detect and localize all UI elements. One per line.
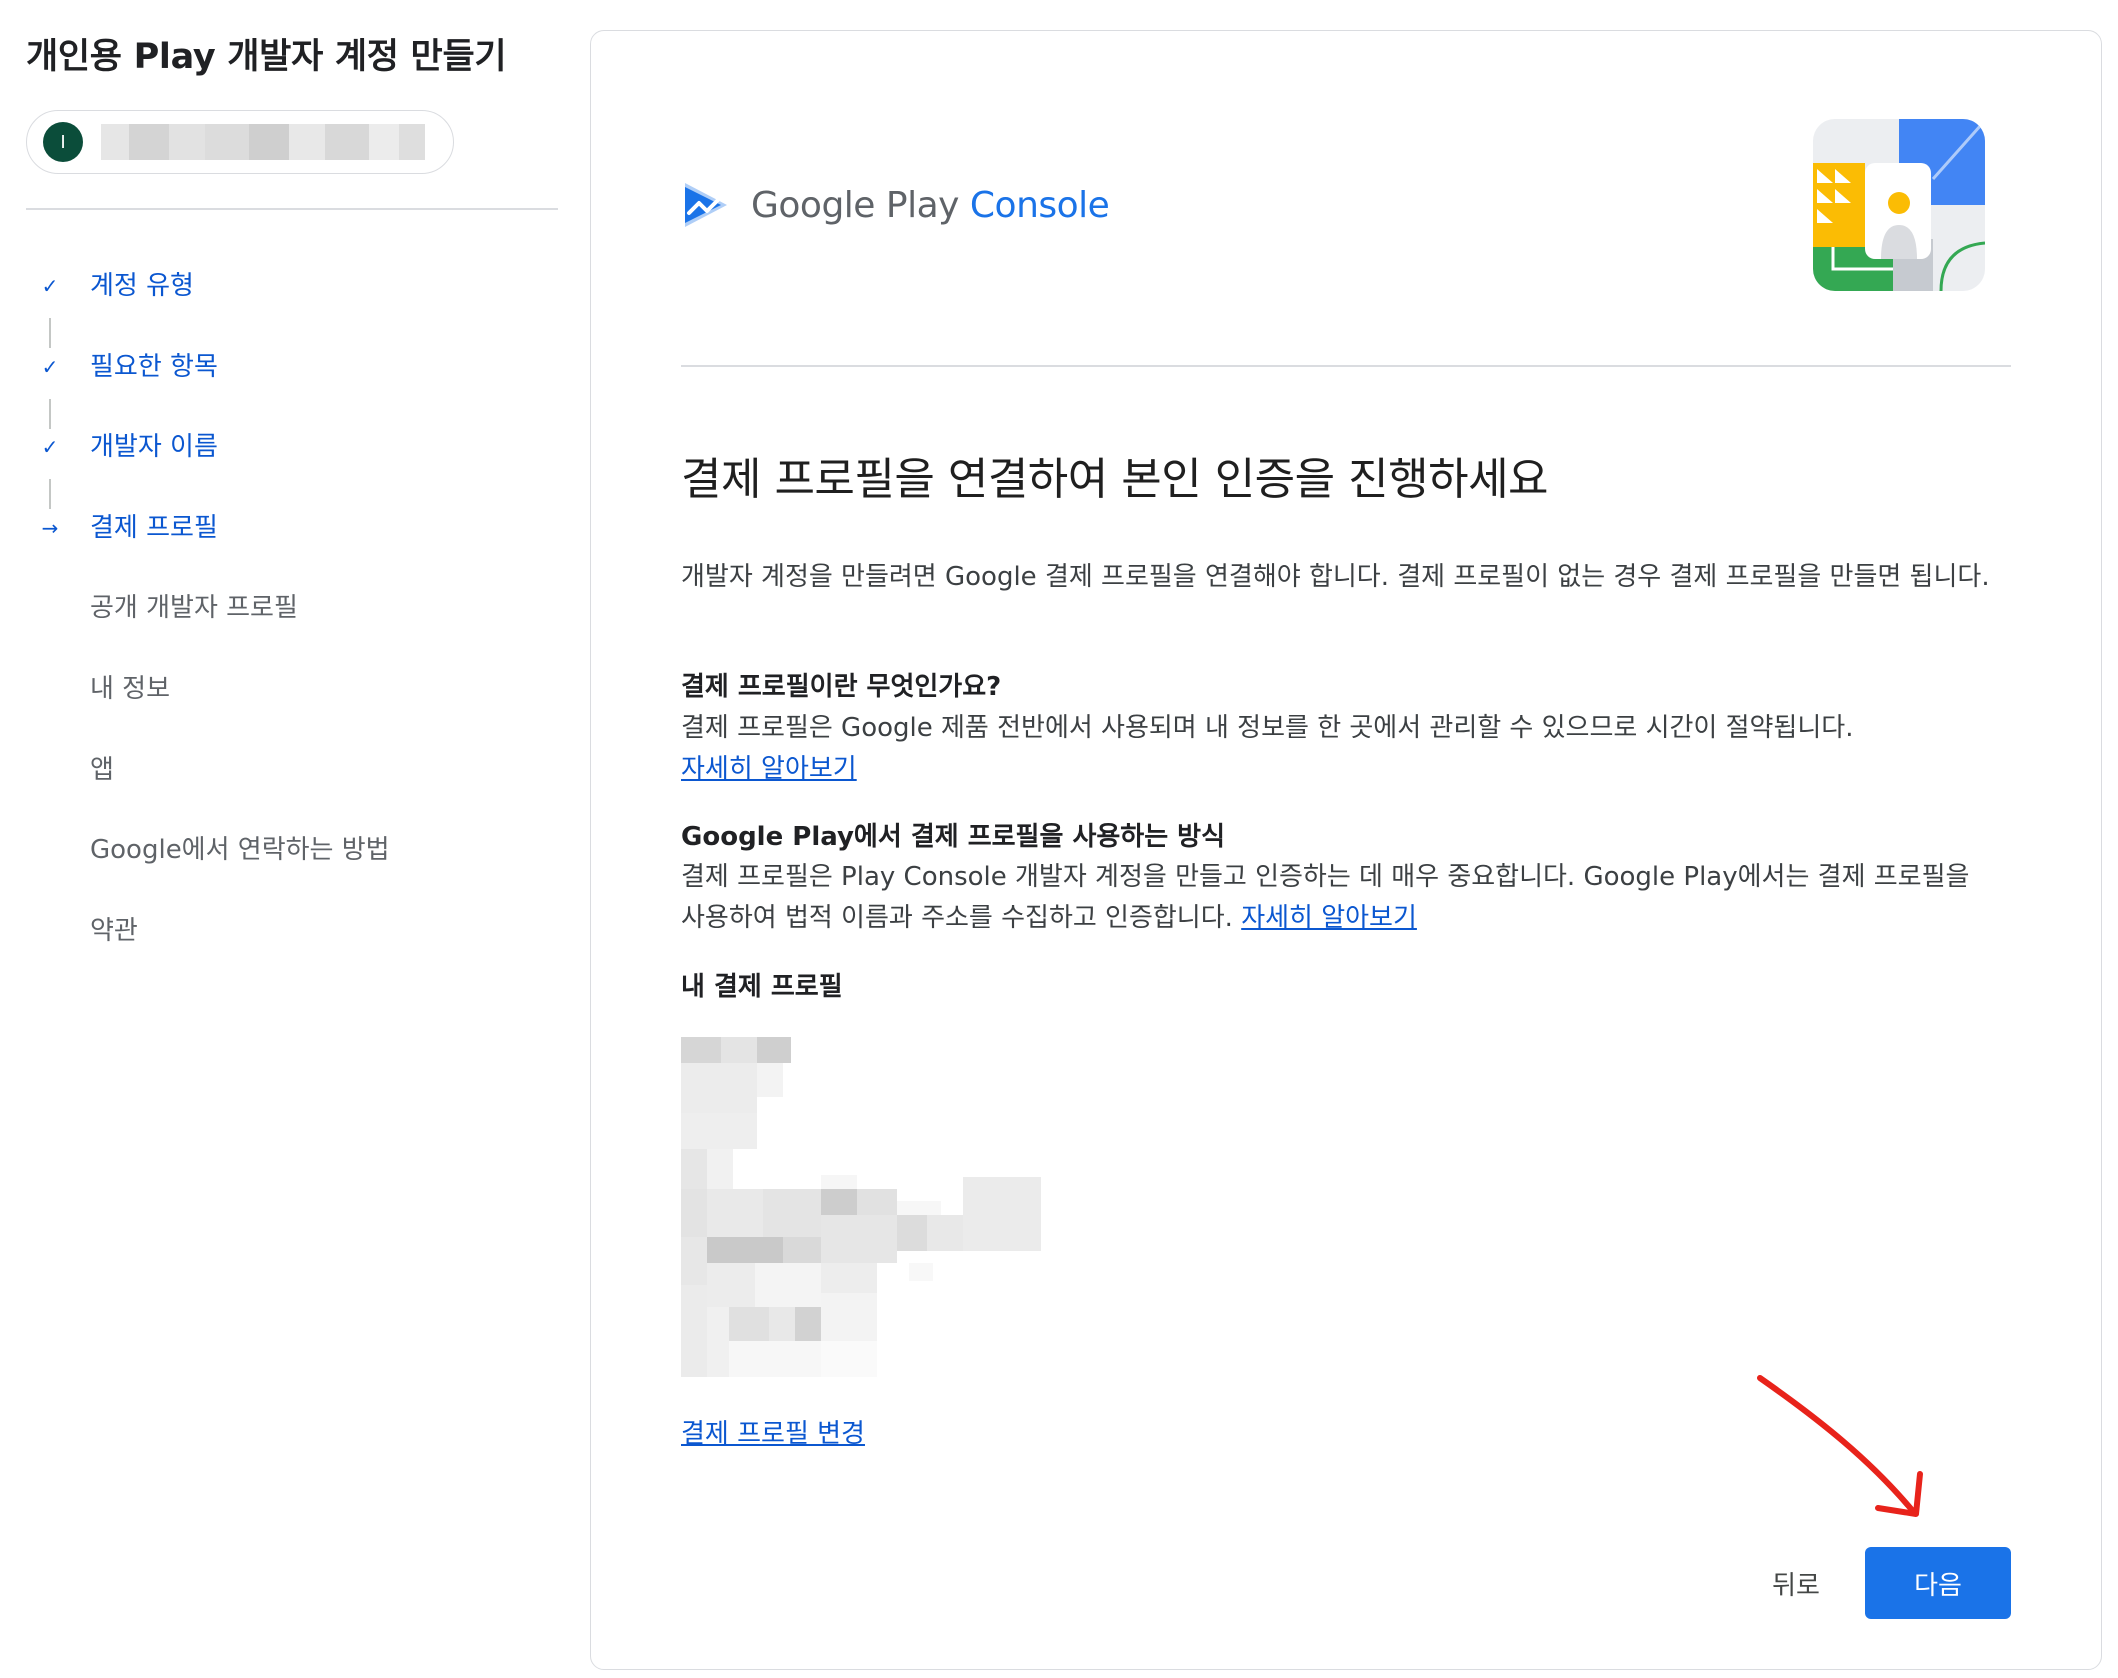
sidebar-divider [26, 208, 558, 210]
step-label: 공개 개발자 프로필 [90, 593, 298, 624]
logo-text: Google Play Console [751, 184, 1110, 226]
learn-more-link[interactable]: 자세히 알아보기 [681, 754, 857, 784]
step-label: 앱 [90, 754, 114, 785]
back-button[interactable]: 뒤로 [1741, 1547, 1851, 1619]
step-label: Google에서 연락하는 방법 [90, 835, 390, 866]
logo-text-console: Console [969, 184, 1110, 226]
sidebar: 개인용 Play 개발자 계정 만들기 I ✓ 계정 유형 ✓ 필요한 항목 ✓… [0, 0, 570, 1678]
what-is-body: 결제 프로필은 Google 제품 전반에서 사용되며 내 정보를 한 곳에서 … [681, 713, 1854, 743]
step-label: 약관 [90, 915, 138, 946]
step-account-type[interactable]: ✓ 계정 유형 [26, 270, 546, 351]
what-is-title: 결제 프로필이란 무엇인가요? [681, 672, 1002, 702]
next-button[interactable]: 다음 [1865, 1547, 2011, 1619]
account-chip[interactable]: I [26, 110, 454, 174]
play-console-logo: Google Play Console [681, 179, 1110, 231]
change-payments-profile-link[interactable]: 결제 프로필 변경 [681, 1413, 865, 1450]
step-requirements[interactable]: ✓ 필요한 항목 [26, 351, 546, 432]
redacted-profile-details [681, 1037, 1041, 1377]
step-label: 계정 유형 [90, 271, 194, 301]
logo-text-google-play: Google Play [751, 184, 959, 226]
step-label: 결제 프로필 [90, 512, 218, 543]
my-profile-title: 내 결제 프로필 [681, 972, 843, 1002]
annotation-arrow-icon [1757, 1375, 1923, 1517]
page-title: 개인용 Play 개발자 계정 만들기 [26, 37, 507, 77]
step-label: 개발자 이름 [90, 432, 218, 463]
step-apps: 앱 [26, 754, 546, 835]
step-payments-profile[interactable]: → 결제 프로필 [26, 512, 546, 593]
step-list: ✓ 계정 유형 ✓ 필요한 항목 ✓ 개발자 이름 → 결제 프로필 공개 개발… [26, 270, 546, 995]
step-label: 내 정보 [90, 673, 171, 704]
step-connector [49, 398, 51, 429]
check-icon: ✓ [41, 354, 59, 379]
how-used-paragraph: 결제 프로필은 Play Console 개발자 계정을 만들고 인증하는 데 … [681, 857, 2001, 939]
how-used-title: Google Play에서 결제 프로필을 사용하는 방식 [681, 822, 1226, 852]
learn-more-link-2[interactable]: 자세히 알아보기 [1241, 903, 1417, 933]
check-icon: ✓ [41, 274, 59, 298]
play-console-logo-icon [685, 183, 727, 227]
profile-illustration-icon [1813, 119, 1985, 291]
step-public-developer-profile: 공개 개발자 프로필 [26, 592, 546, 673]
redacted-email [101, 124, 425, 160]
step-contact-method: Google에서 연락하는 방법 [26, 834, 546, 915]
step-label: 필요한 항목 [90, 351, 218, 382]
avatar: I [43, 122, 83, 162]
check-icon: ✓ [41, 435, 59, 460]
step-developer-name[interactable]: ✓ 개발자 이름 [26, 431, 546, 512]
intro-text: 개발자 계정을 만들려면 Google 결제 프로필을 연결해야 합니다. 결제… [681, 562, 1990, 592]
step-connector [49, 479, 51, 510]
arrow-right-icon: → [41, 515, 59, 540]
step-connector [49, 318, 51, 348]
step-terms: 약관 [26, 915, 546, 996]
step-about-you: 내 정보 [26, 673, 546, 754]
what-is-link-row: 자세히 알아보기 [681, 749, 2001, 790]
card-divider [681, 365, 2011, 367]
section-heading: 결제 프로필을 연결하여 본인 인증을 진행하세요 [681, 454, 1549, 505]
